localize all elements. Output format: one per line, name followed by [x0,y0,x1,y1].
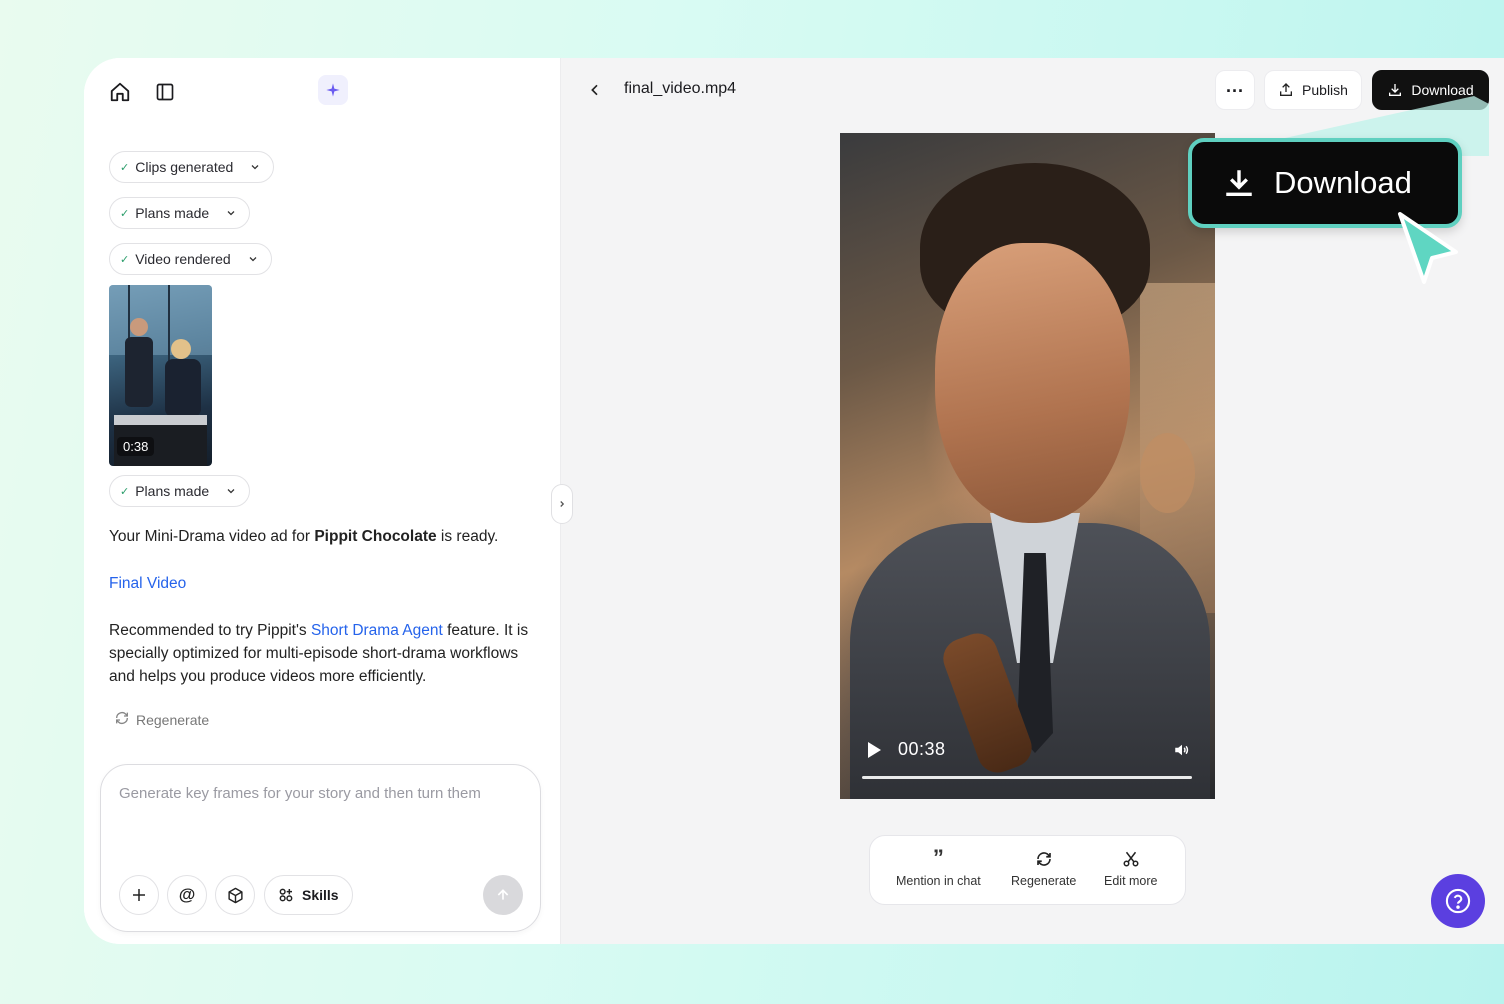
refresh-icon [114,710,130,729]
play-button[interactable] [866,741,882,764]
check-icon: ✓ [120,207,130,220]
plus-icon [133,889,145,901]
status-chip-rendered[interactable]: ✓ Video rendered [109,243,272,275]
file-name: final_video.mp4 [624,80,737,97]
send-button[interactable] [483,875,523,915]
video-player[interactable]: 00:38 [840,133,1215,799]
add-button[interactable] [119,875,159,915]
video-actions: ” Mention in chat Regenerate Edit more [869,835,1186,905]
chevron-down-icon [249,161,261,173]
chat-panel: ✓ Clips generated ✓ Plans made ✓ Video r… [84,58,561,944]
composer: Generate key frames for your story and t… [100,764,541,932]
ready-message: Your Mini-Drama video ad for Pippit Choc… [109,525,539,548]
skills-button[interactable]: Skills [264,875,353,915]
check-icon: ✓ [120,485,130,498]
check-icon: ✓ [120,253,130,266]
regenerate-label: Regenerate [136,711,210,728]
skills-label: Skills [302,887,339,903]
thumbnail-duration: 0:38 [117,437,155,456]
short-drama-agent-link[interactable]: Short Drama Agent [311,622,443,639]
chevron-down-icon [247,253,259,265]
ready-prefix: Your Mini-Drama video ad for [109,528,315,545]
final-video-link[interactable]: Final Video [109,575,186,592]
prompt-input[interactable]: Generate key frames for your story and t… [119,785,529,802]
sidebar-toggle-icon[interactable] [151,78,179,106]
edit-more-button[interactable]: Edit more [1104,850,1158,888]
back-button[interactable] [583,76,607,104]
refresh-icon [1036,852,1051,866]
action-label: Edit more [1104,874,1158,888]
chip-label: Video rendered [135,251,231,267]
chip-label: Plans made [135,205,210,221]
regenerate-message-button[interactable]: Regenerate [114,710,209,729]
quote-icon: ” [932,845,944,870]
regenerate-video-button[interactable]: Regenerate [1011,850,1076,888]
asset-button[interactable] [215,875,255,915]
video-time: 00:38 [898,739,946,759]
chip-label: Plans made [135,483,210,499]
video-thumbnail[interactable]: 0:38 [109,285,212,466]
final-video-link-row: Final Video [109,572,539,595]
action-label: Regenerate [1011,874,1077,888]
help-icon [1445,888,1471,914]
chevron-left-icon [591,84,598,96]
rec-prefix: Recommended to try Pippit's [109,622,311,639]
help-button[interactable] [1431,874,1485,928]
mention-button[interactable]: @ [167,875,207,915]
chevron-right-icon [560,501,565,507]
chip-label: Clips generated [135,159,234,175]
background-person [1140,433,1195,513]
play-icon [868,742,881,758]
status-chip-plans-2[interactable]: ✓ Plans made [109,475,251,507]
sparkle-icon[interactable] [318,75,348,105]
download-icon [1226,170,1252,197]
chevron-down-icon [225,485,237,497]
check-icon: ✓ [120,161,130,174]
skills-icon [279,888,293,902]
brand-name: Pippit Chocolate [314,528,437,545]
arrow-up-icon [497,889,509,900]
volume-button[interactable] [1172,741,1192,764]
chevron-down-icon [225,207,237,219]
video-progress-bar[interactable] [862,776,1192,779]
ready-suffix: is ready. [436,528,499,545]
home-icon[interactable] [106,78,134,106]
cursor-pointer-icon [1398,212,1458,284]
scissors-icon [1123,851,1139,867]
volume-icon [1175,744,1189,756]
video-subject-face [935,243,1130,523]
mention-in-chat-button[interactable]: ” Mention in chat [896,845,981,889]
at-icon: @ [178,885,196,904]
more-icon: ... [1225,76,1244,96]
panel-collapse-button[interactable] [551,484,573,524]
status-chip-clips[interactable]: ✓ Clips generated [109,151,275,183]
cube-icon [227,887,243,903]
status-chip-plans[interactable]: ✓ Plans made [109,197,251,229]
action-label: Mention in chat [896,874,981,888]
recommendation-message: Recommended to try Pippit's Short Drama … [109,619,539,688]
callout-label: Download [1274,165,1412,200]
